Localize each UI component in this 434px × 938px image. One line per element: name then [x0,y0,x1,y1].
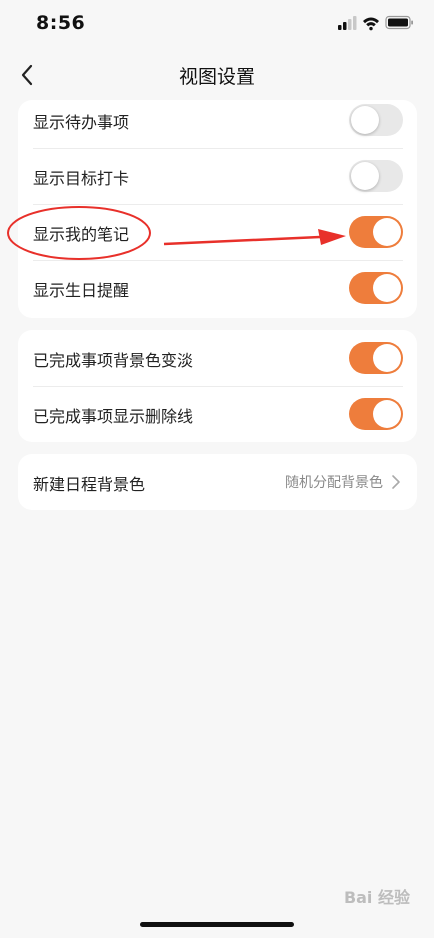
setting-value: 随机分配背景色 [285,475,383,491]
setting-row-notes: 显示我的笔记 [18,204,417,260]
setting-label: 已完成事项背景色变淡 [33,351,194,370]
home-indicator [140,922,294,927]
cellular-signal-icon [338,16,357,30]
setting-label: 显示生日提醒 [33,281,130,300]
setting-row-todo: 显示待办事项 [18,100,417,148]
status-time: 8:56 [36,12,86,34]
setting-row-schedule-bg[interactable]: 新建日程背景色 随机分配背景色 [18,454,417,510]
toggle-knob [373,218,401,246]
toggle-show-todo[interactable] [349,104,403,136]
battery-icon [385,15,413,30]
setting-row-birthday: 显示生日提醒 [18,260,417,316]
toggle-knob [351,106,379,134]
setting-label: 显示目标打卡 [33,169,130,188]
page-title: 视图设置 [178,66,255,88]
toggle-strikethrough[interactable] [349,398,403,430]
setting-row-goal-checkin: 显示目标打卡 [18,148,417,204]
settings-group-completed: 已完成事项背景色变淡 已完成事项显示删除线 [18,330,417,442]
setting-label: 显示待办事项 [33,113,130,132]
toggle-knob [373,344,401,372]
nav-bar: 视图设置 [0,50,434,100]
toggle-knob [373,400,401,428]
wifi-icon [363,17,379,31]
toggle-fade-completed[interactable] [349,342,403,374]
watermark: Bai 经验 [343,888,410,907]
toggle-knob [373,274,401,302]
settings-group-schedule: 新建日程背景色 随机分配背景色 [18,454,417,510]
setting-label: 新建日程背景色 [33,475,146,494]
toggle-show-birthday[interactable] [349,272,403,304]
toggle-show-notes[interactable] [349,216,403,248]
status-bar: 8:56 [0,0,434,50]
setting-row-fade-completed: 已完成事项背景色变淡 [18,330,417,386]
toggle-show-goal-checkin[interactable] [349,160,403,192]
toggle-knob [351,162,379,190]
setting-label: 显示我的笔记 [33,225,130,244]
chevron-right-icon [392,475,400,489]
setting-label: 已完成事项显示删除线 [33,407,194,426]
setting-row-strikethrough: 已完成事项显示删除线 [18,386,417,442]
status-icons [338,15,413,31]
settings-group-visibility: 显示待办事项 显示目标打卡 显示我的笔记 显示生日提醒 [18,100,417,318]
